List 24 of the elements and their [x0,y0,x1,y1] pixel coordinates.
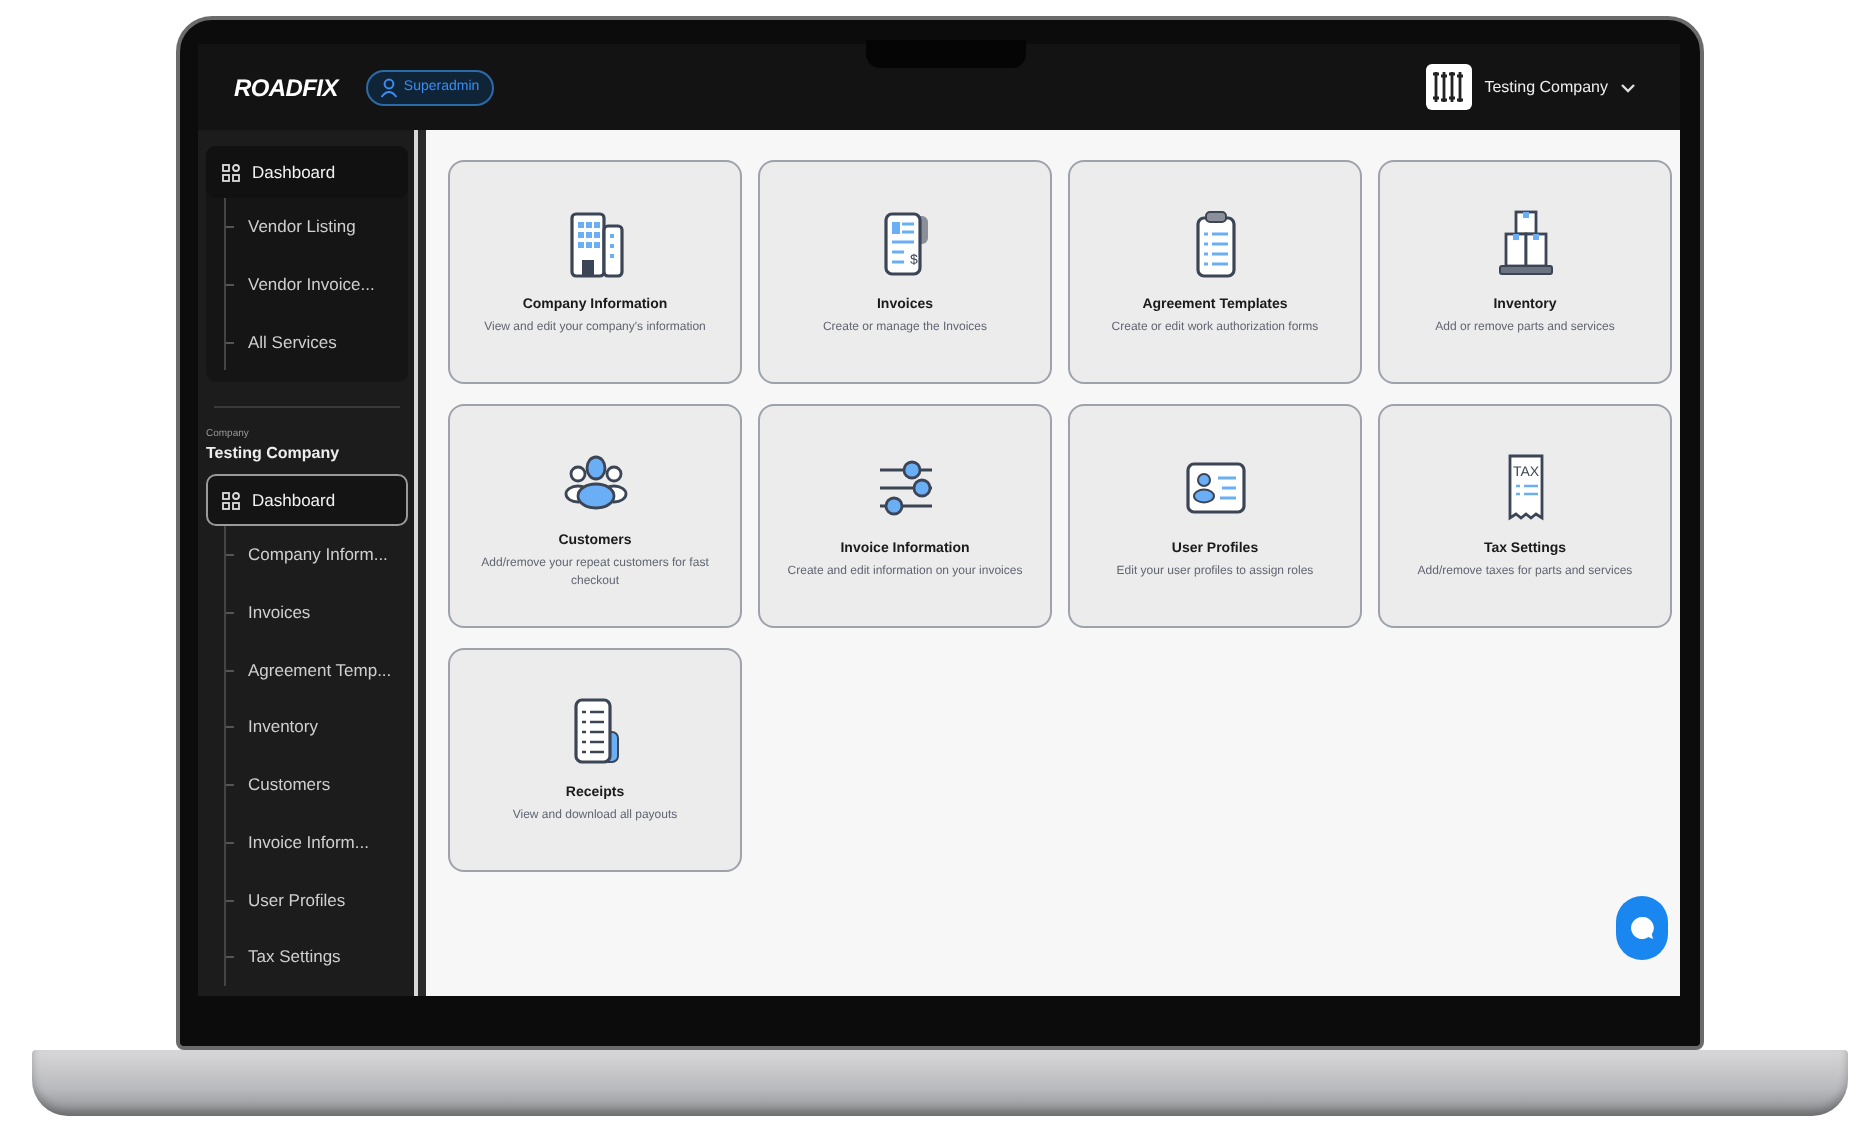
logo: ROADFIX [234,73,338,101]
grid-icon [222,163,240,181]
nav-subitem[interactable]: User Profiles [248,889,346,910]
company-name: Testing Company [206,444,342,463]
nav-subitem[interactable]: Inventory [248,716,318,737]
nav-subitem[interactable]: Vendor Listing [248,216,356,237]
chevron-down-icon [1620,81,1636,93]
nav-subitem[interactable]: Agreement Temp... [248,659,392,680]
nav-item[interactable]: Dashboard [206,474,408,527]
nav-subitem[interactable]: Tax Settings [248,946,341,967]
nav-subitem[interactable]: Invoice Inform... [248,831,369,852]
nav-item[interactable]: Dashboard [206,146,408,198]
nav-subitem[interactable]: Customers [248,774,331,795]
chat-bubble-icon [1628,914,1656,942]
nav-subitem[interactable]: All Services [248,331,337,352]
tools-logo-icon [1426,64,1473,110]
grid-icon [222,491,240,510]
nav-subitem[interactable]: Invoices [248,602,311,623]
nav-subitem[interactable]: Company Inform... [248,544,388,565]
nav-subitem[interactable]: Vendor Invoice... [248,274,375,295]
chat-button[interactable] [1616,896,1668,960]
company-switcher[interactable]: Testing Company [1426,64,1636,110]
scrollbar[interactable] [414,130,426,996]
user-icon [379,77,398,97]
